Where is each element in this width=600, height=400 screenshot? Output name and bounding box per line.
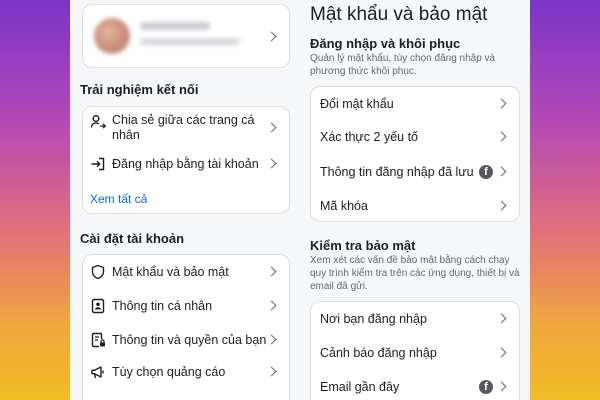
login-arrow-icon (91, 157, 105, 171)
menu-item-share-across-profiles[interactable]: Chia sẻ giữa các trang cá nhân (82, 108, 290, 148)
security-checks-description: Xem xét các vấn đề bảo mật bằng cách chạ… (310, 255, 520, 292)
menu-item-personal-details[interactable]: Thông tin cá nhân (82, 292, 290, 320)
see-all-link[interactable]: Xem tất cả (90, 192, 147, 206)
menu-item-label: Email gần đây (320, 380, 400, 394)
security-checks-heading: Kiểm tra bảo mật (310, 238, 416, 253)
shield-icon (91, 264, 105, 280)
login-recovery-heading: Đăng nhập và khôi phục (310, 36, 461, 51)
chevron-right-icon (496, 313, 507, 324)
chevron-right-icon (496, 200, 507, 211)
menu-item-change-password[interactable]: Đổi mật khẩu (310, 90, 520, 118)
facebook-icon: f (479, 380, 493, 394)
menu-item-label: Xác thực 2 yếu tố (320, 130, 419, 144)
share-person-icon (90, 115, 106, 129)
menu-item-label: Đổi mật khẩu (320, 97, 394, 111)
avatar (94, 18, 130, 54)
menu-item-login-with-account[interactable]: Đăng nhập bằng tài khoản (82, 150, 290, 178)
chevron-right-icon (266, 334, 277, 345)
menu-item-label: Nơi bạn đăng nhập (320, 312, 427, 326)
menu-item-label: Cảnh báo đăng nhập (320, 346, 437, 360)
password-security-panel: Mật khẩu và bảo mật Đăng nhập và khôi ph… (298, 0, 530, 400)
chevron-right-icon (266, 366, 277, 377)
connected-experiences-heading: Trải nghiệm kết nối (80, 82, 199, 97)
chevron-right-icon (496, 131, 507, 142)
menu-item-label: Tùy chọn quảng cáo (112, 365, 226, 379)
menu-item-ad-preferences[interactable]: Tùy chọn quảng cáo (82, 358, 290, 386)
facebook-icon: f (479, 165, 493, 179)
accounts-center-sidebar: Trải nghiệm kết nối Chia sẻ giữa các tra… (70, 0, 298, 400)
chevron-right-icon (266, 266, 277, 277)
chevron-right-icon (266, 300, 277, 311)
menu-item-login-alerts[interactable]: Cảnh báo đăng nhập (310, 339, 520, 367)
menu-item-password-security[interactable]: Mật khẩu và bảo mật (82, 258, 290, 286)
document-lock-icon (91, 332, 105, 348)
menu-item-label: Chia sẻ giữa các trang cá (112, 113, 255, 127)
menu-item-label: Mã khóa (320, 199, 368, 213)
chevron-right-icon (496, 98, 507, 109)
menu-item-passkeys[interactable]: Mã khóa (310, 192, 520, 220)
chevron-right-icon (496, 347, 507, 358)
menu-item-label: Thông tin cá nhân (112, 299, 213, 313)
account-settings-heading: Cài đặt tài khoản (80, 231, 185, 246)
profile-name-blurred (140, 22, 210, 30)
menu-item-label: Thông tin đăng nhập đã lưu (320, 165, 474, 179)
login-recovery-description: Quản lý mật khẩu, tùy chọn đăng nhập và … (310, 53, 496, 77)
menu-item-recent-emails[interactable]: Email gần đây f (310, 373, 520, 400)
chevron-right-icon (266, 158, 277, 169)
megaphone-icon (91, 366, 104, 379)
menu-item-label: Đăng nhập bằng tài khoản (112, 157, 259, 171)
menu-item-label: Mật khẩu và bảo mật (112, 265, 229, 279)
chevron-right-icon (266, 122, 277, 133)
menu-item-your-info-permissions[interactable]: Thông tin và quyền của bạn (82, 326, 290, 354)
menu-item-label: Thông tin và quyền của bạn (112, 333, 267, 347)
menu-item-two-factor-auth[interactable]: Xác thực 2 yếu tố (310, 123, 520, 151)
page-title: Mật khẩu và bảo mật (310, 4, 488, 25)
chevron-right-icon (496, 381, 507, 392)
menu-item-saved-login[interactable]: Thông tin đăng nhập đã lưu f (310, 158, 520, 186)
id-card-icon (91, 298, 105, 314)
menu-item-where-logged-in[interactable]: Nơi bạn đăng nhập (310, 305, 520, 333)
chevron-right-icon (496, 166, 507, 177)
profile-subtitle-blurred (140, 38, 240, 45)
menu-item-label-continued: nhân (112, 128, 140, 142)
